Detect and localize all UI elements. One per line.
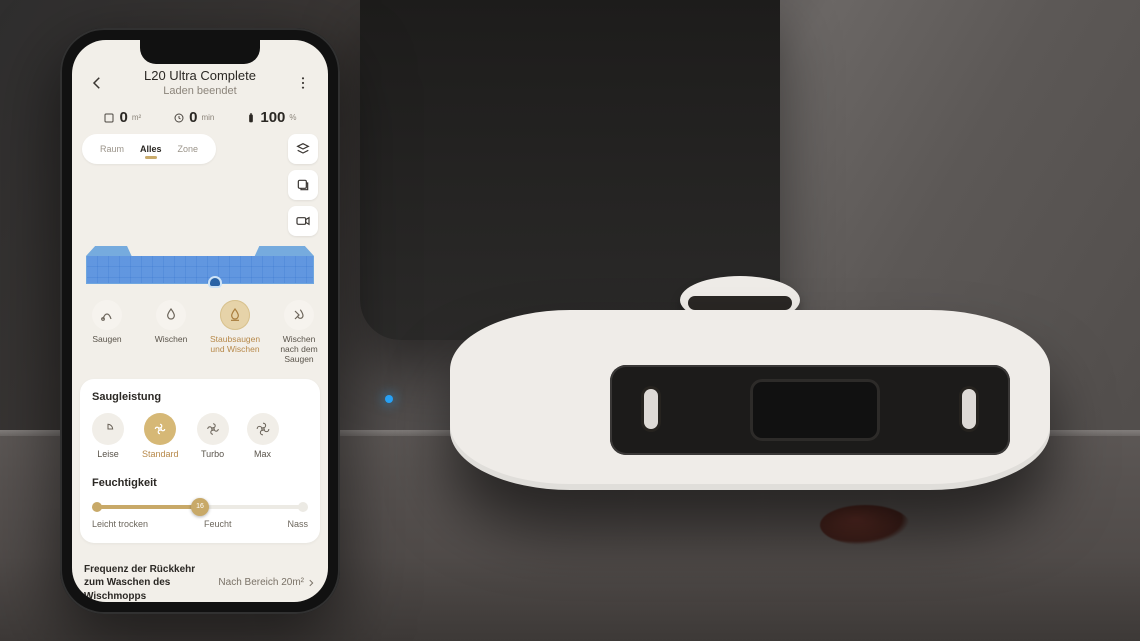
level-label: Standard	[142, 449, 179, 459]
robot-vacuum-prop	[450, 280, 1050, 510]
app-screen: L20 Ultra Complete Laden beendet 0 m² 0 …	[72, 40, 328, 602]
battery-icon	[246, 111, 256, 125]
mode-staubsaugen-wischen[interactable]: Staubsaugen und Wischen	[210, 300, 260, 365]
map-export-icon	[295, 177, 311, 193]
clock-icon	[173, 112, 185, 124]
stat-area: 0 m²	[103, 109, 141, 126]
settings-card: Saugleistung Leise Standard Turbo	[80, 379, 320, 543]
floorplan-map[interactable]	[72, 236, 328, 290]
mop-return-selector[interactable]: Nach Bereich 20m²	[218, 577, 316, 588]
humidity-stop-mid: Feucht	[204, 519, 232, 529]
status-subtitle: Laden beendet	[144, 85, 256, 97]
suction-standard[interactable]: Standard	[142, 413, 179, 459]
humidity-stop-high: Nass	[287, 519, 308, 529]
vacuum-icon	[99, 307, 115, 323]
stat-battery-value: 100	[260, 109, 285, 126]
fan-standard-icon	[153, 422, 167, 436]
mode-label: Saugen	[82, 334, 132, 344]
phone-frame: L20 Ultra Complete Laden beendet 0 m² 0 …	[60, 28, 340, 614]
chevron-right-icon	[306, 578, 316, 588]
fan-quiet-icon	[101, 422, 115, 436]
suction-leise[interactable]: Leise	[92, 413, 124, 459]
cleaning-modes-row: Saugen Wischen Staubsaugen und Wischen W…	[72, 290, 328, 373]
mode-label: Wischen nach dem Saugen	[274, 334, 324, 365]
suction-heading: Saugleistung	[92, 391, 308, 403]
back-arrow-icon	[88, 74, 106, 92]
mop-return-value: Nach Bereich 20m²	[218, 577, 304, 588]
stat-time-unit: min	[201, 113, 214, 122]
back-button[interactable]	[84, 70, 110, 96]
dock-marker-icon	[210, 278, 220, 286]
mop-after-vacuum-icon	[291, 307, 307, 323]
stats-row: 0 m² 0 min 100 %	[72, 103, 328, 134]
stat-time: 0 min	[173, 109, 214, 126]
tab-zone[interactable]: Zone	[170, 144, 207, 154]
humidity-thumb[interactable]: 16	[191, 498, 209, 516]
map-scope-tabs: Raum Alles Zone	[82, 134, 216, 164]
phone-notch	[140, 40, 260, 64]
stat-battery: 100 %	[246, 109, 296, 126]
camera-button[interactable]	[288, 206, 318, 236]
humidity-stop-low: Leicht trocken	[92, 519, 148, 529]
mop-return-label: Frequenz der Rückkehr zum Waschen des Wi…	[84, 563, 204, 602]
floor-stain-prop	[820, 505, 910, 545]
level-label: Turbo	[197, 449, 229, 459]
suction-levels: Leise Standard Turbo Max	[92, 413, 308, 459]
humidity-slider[interactable]: 16	[96, 505, 304, 509]
tab-alles[interactable]: Alles	[132, 144, 170, 154]
area-icon	[103, 112, 115, 124]
level-label: Max	[247, 449, 279, 459]
mop-icon	[163, 307, 179, 323]
vacuum-mop-icon	[227, 307, 243, 323]
humidity-heading: Feuchtigkeit	[92, 477, 308, 489]
stat-time-value: 0	[189, 109, 197, 126]
fan-max-icon	[256, 422, 270, 436]
stat-battery-unit: %	[289, 113, 296, 122]
indicator-led-prop	[385, 395, 393, 403]
map-export-button[interactable]	[288, 170, 318, 200]
humidity-value: 16	[196, 503, 204, 510]
stat-area-value: 0	[119, 109, 127, 126]
stat-area-unit: m²	[132, 113, 141, 122]
map-layers-button[interactable]	[288, 134, 318, 164]
tab-raum[interactable]: Raum	[92, 144, 132, 154]
camera-icon	[295, 213, 311, 229]
mode-label: Wischen	[146, 334, 196, 344]
mode-label: Staubsaugen und Wischen	[210, 334, 260, 354]
level-label: Leise	[92, 449, 124, 459]
suction-max[interactable]: Max	[247, 413, 279, 459]
mode-saugen[interactable]: Saugen	[82, 300, 132, 365]
more-vertical-icon	[295, 75, 311, 91]
mode-wischen[interactable]: Wischen	[146, 300, 196, 365]
map-layers-icon	[295, 141, 311, 157]
fan-turbo-icon	[206, 422, 220, 436]
more-menu-button[interactable]	[290, 70, 316, 96]
device-title: L20 Ultra Complete	[144, 68, 256, 83]
mode-wischen-nach-saugen[interactable]: Wischen nach dem Saugen	[274, 300, 324, 365]
suction-turbo[interactable]: Turbo	[197, 413, 229, 459]
